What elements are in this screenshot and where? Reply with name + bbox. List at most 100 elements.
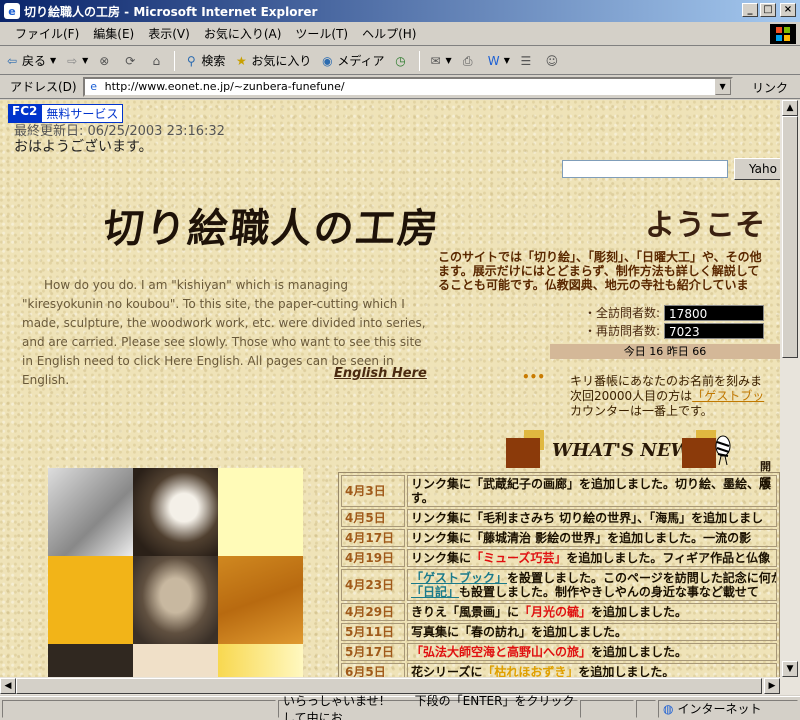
refresh-button[interactable]: ⟳ [122, 53, 140, 69]
forward-button[interactable]: ⇨ ▼ [64, 53, 88, 69]
menu-help[interactable]: ヘルプ(H) [362, 25, 416, 42]
scroll-down-icon[interactable]: ▼ [782, 661, 798, 677]
menu-tools[interactable]: ツール(T) [295, 25, 348, 42]
page-content: FC2 無料サービス 最終更新日: 06/25/2003 23:16:32 おは… [0, 100, 780, 677]
discuss-button[interactable]: ☰ [518, 53, 536, 69]
news-text[interactable]: 「枯れほおずき」 [482, 665, 578, 677]
favorites-button[interactable]: ★ お気に入り [233, 52, 311, 69]
history-button[interactable]: ◷ [393, 53, 411, 69]
news-text: リンク集に「毛利まさみち 切り絵の世界」、「海馬」を追加しまし [411, 511, 764, 525]
edit-dropdown-icon[interactable]: ▼ [504, 56, 510, 65]
favorites-label: お気に入り [251, 54, 312, 68]
history-icon: ◷ [395, 53, 406, 68]
back-button[interactable]: ⇦ 戻る ▼ [4, 52, 56, 69]
news-link[interactable]: 「日記」 [411, 585, 459, 599]
media-button[interactable]: ◉ メディア [319, 52, 384, 69]
news-text: も設置しました。制作やきしやんの身近な事など載せて [459, 585, 759, 599]
menu-view[interactable]: 表示(V) [148, 25, 190, 42]
forward-dropdown-icon[interactable]: ▼ [82, 56, 88, 65]
mail-button[interactable]: ✉ ▼ [428, 53, 452, 69]
news-body: リンク集に「ミューズ巧芸」を追加しました。フィギア作品と仏像 [407, 549, 777, 567]
news-line: リンク集に「武蔵紀子の画廊」を追加しました。切り絵、墨絵、版 [411, 477, 773, 491]
home-button[interactable]: ⌂ [148, 53, 166, 69]
address-input[interactable]: e http://www.eonet.ne.jp/~zunbera-funefu… [82, 76, 733, 97]
site-logo: 切り絵職人の工房 [101, 205, 443, 252]
back-dropdown-icon[interactable]: ▼ [50, 56, 56, 65]
scroll-left-icon[interactable]: ◀ [0, 678, 16, 694]
news-line: す。 [411, 491, 434, 505]
menu-favorites[interactable]: お気に入り(A) [204, 25, 282, 42]
search-button[interactable]: ⚲ 検索 [183, 52, 225, 69]
scroll-right-icon[interactable]: ▶ [764, 678, 780, 694]
close-button[interactable]: × [780, 3, 796, 17]
stop-button[interactable]: ⊗ [96, 53, 114, 69]
news-body: リンク集に「藤城清治 影絵の世界」を追加しました。一流の影 [407, 529, 777, 547]
stop-icon: ⊗ [99, 53, 110, 68]
news-text[interactable]: 「月光の毓」 [519, 605, 591, 619]
total-visitors-label: ・全訪問者数: [584, 306, 661, 320]
kiriban-line: カウンターは一番上です。 [570, 404, 713, 418]
ie-icon: e [4, 3, 20, 19]
address-dropdown-icon[interactable]: ▼ [714, 78, 731, 95]
news-text[interactable]: 「弘法大師空海と高野山への旅」 [411, 645, 591, 659]
site-search-input[interactable] [562, 160, 728, 178]
menu-file[interactable]: ファイル(F) [15, 25, 79, 42]
windows-logo-icon [770, 24, 796, 44]
print-button[interactable]: ⎙ [460, 53, 478, 69]
menu-edit[interactable]: 編集(E) [93, 25, 134, 42]
news-row: 6月5日 花シリーズに「枯れほおずき」を追加しました。 [341, 663, 777, 677]
scroll-thumb[interactable] [782, 116, 798, 358]
news-text: を追加しました。フィギア作品と仏像 [566, 551, 771, 565]
address-url: http://www.eonet.ne.jp/~zunbera-funefune… [104, 80, 345, 93]
scroll-up-icon[interactable]: ▲ [782, 100, 798, 116]
news-row: 4月19日 リンク集に「ミューズ巧芸」を追加しました。フィギア作品と仏像 [341, 549, 777, 567]
intro-japanese: このサイトでは「切り絵」、「彫刻」、「日曜大工」や、その他 ます。展示だけにはと… [438, 250, 780, 292]
news-date: 5月11日 [341, 623, 405, 641]
news-line: リンク集に「毛利まさみち 切り絵の世界」、「海馬」を追加しまし [411, 511, 773, 525]
globe-icon: ◍ [663, 701, 674, 716]
kiriban-line: キリ番帳にあなたのお名前を刻みま [570, 374, 763, 388]
forward-arrow-icon: ⇨ [67, 53, 78, 68]
minimize-button[interactable]: _ [742, 3, 758, 17]
news-row: 4月17日 リンク集に「藤城清治 影絵の世界」を追加しました。一流の影 [341, 529, 777, 547]
status-zone: ◍ インターネット [658, 699, 798, 718]
kiriban-line: 次回20000人目の方は「ゲストブッ [570, 389, 780, 404]
maximize-button[interactable]: □ [760, 3, 776, 17]
refresh-icon: ⟳ [125, 53, 136, 68]
news-text: リンク集に「武蔵紀子の画廊」を追加しました。切り絵、墨絵、版 [411, 477, 772, 491]
links-button[interactable]: リンク [752, 79, 788, 96]
news-row: 5月17日 「弘法大師空海と高野山への旅」を追加しました。 [341, 643, 777, 661]
news-text: 花シリーズに [411, 665, 483, 677]
photo-mosaic [48, 468, 304, 677]
intro-line: このサイトでは「切り絵」、「彫刻」、「日曜大工」や、その他 [438, 250, 762, 264]
welcome-heading: ようこそ [645, 208, 765, 243]
english-here-link[interactable]: English Here [334, 366, 427, 381]
decor-square [506, 438, 540, 468]
news-text[interactable]: 「ミューズ巧芸」 [471, 551, 566, 565]
vertical-scrollbar[interactable]: ▲ ▼ [780, 100, 800, 677]
guestbook-link[interactable]: 「ゲストブッ [692, 389, 764, 403]
edit-button[interactable]: W ▼ [486, 53, 510, 69]
mail-dropdown-icon[interactable]: ▼ [446, 56, 452, 65]
window-titlebar[interactable]: e 切り絵職人の工房 - Microsoft Internet Explorer… [0, 0, 800, 22]
color-tile [218, 468, 303, 556]
status-progress [2, 699, 276, 718]
intro-line: ることも可能です。仏教図典、地元の寺社も紹介していま [438, 278, 749, 292]
news-text: を追加しました。 [591, 645, 688, 659]
decor-dots: ••• [522, 370, 546, 384]
zone-label: インターネット [677, 702, 762, 716]
news-text: リンク集に [411, 551, 472, 565]
news-body: リンク集に「武蔵紀子の画廊」を追加しました。切り絵、墨絵、版 す。 [407, 475, 777, 507]
news-row: 4月3日 リンク集に「武蔵紀子の画廊」を追加しました。切り絵、墨絵、版 す。 [341, 475, 777, 507]
intro-line: ます。展示だけにはとどまらず、制作方法も詳しく解説して [438, 264, 760, 278]
color-tile [133, 644, 218, 677]
total-visitors-count: 17800 [664, 304, 765, 321]
return-visitors-count: 7023 [664, 322, 765, 339]
mail-icon: ✉ [430, 53, 441, 68]
news-line: きりえ「風景画」に「月光の毓」を追加しました。 [411, 605, 773, 619]
messenger-button[interactable]: ☺ [544, 53, 562, 69]
page-icon: e [90, 79, 97, 93]
news-link[interactable]: 「ゲストブック」 [411, 571, 507, 585]
yahoo-search-button[interactable]: Yaho [734, 158, 780, 180]
total-visitors: ・全訪問者数: 17800 [584, 304, 765, 321]
